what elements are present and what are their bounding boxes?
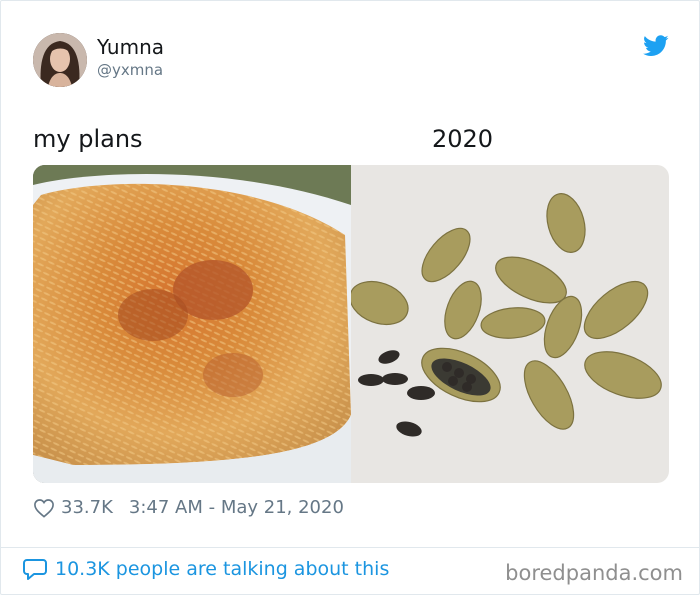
heart-icon[interactable] [33, 498, 55, 518]
biryani-photo[interactable] [33, 165, 351, 483]
tweet-media[interactable] [33, 165, 669, 483]
twitter-bird-icon[interactable] [643, 35, 669, 57]
tweet-card: Yumna @yxmna my plans 2020 33.7K 3:47 AM… [0, 0, 700, 595]
speech-bubble-icon [23, 559, 47, 580]
brand-watermark: boredpanda.com [505, 561, 683, 585]
tweet-meta: 33.7K 3:47 AM - May 21, 2020 [33, 497, 344, 518]
like-count[interactable]: 33.7K [61, 497, 113, 518]
avatar[interactable] [33, 33, 87, 87]
talking-text[interactable]: 10.3K people are talking about this [55, 558, 389, 580]
user-name[interactable]: Yumna [97, 35, 164, 59]
caption-left: my plans [33, 125, 143, 153]
tweet-timestamp[interactable]: 3:47 AM - May 21, 2020 [129, 497, 344, 518]
cardamom-photo[interactable] [351, 165, 669, 483]
divider [1, 547, 699, 548]
caption-right: 2020 [432, 125, 494, 153]
user-handle[interactable]: @yxmna [97, 61, 163, 79]
talking-link[interactable]: 10.3K people are talking about this [23, 558, 389, 580]
